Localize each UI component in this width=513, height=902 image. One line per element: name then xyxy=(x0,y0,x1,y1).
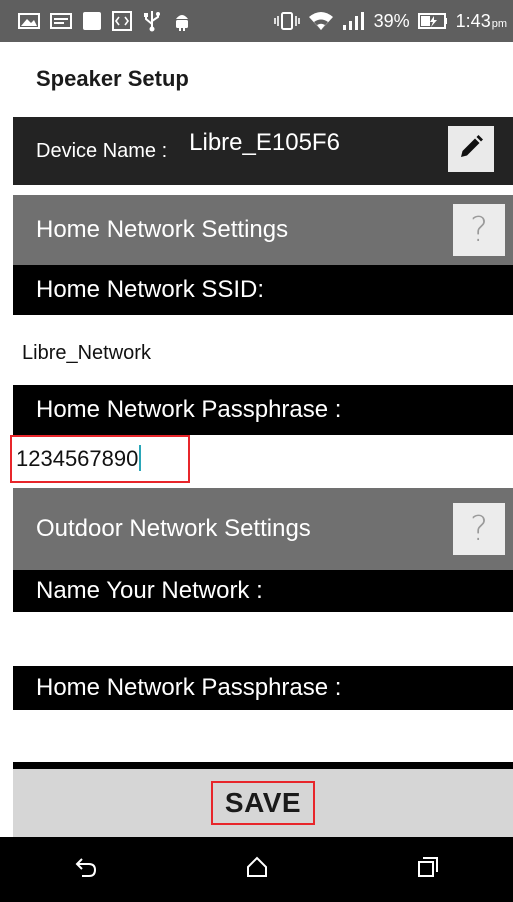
outdoor-passphrase-input[interactable] xyxy=(13,710,513,762)
battery-percent: 39% xyxy=(373,10,410,31)
status-notification-icons xyxy=(18,10,192,32)
help-icon: ? xyxy=(469,509,489,549)
recents-button[interactable] xyxy=(398,845,458,895)
back-button[interactable] xyxy=(56,845,116,895)
home-network-ssid-label: Home Network SSID: xyxy=(36,276,265,303)
device-name-row: Device Name : Libre_E105F6 xyxy=(13,117,513,185)
save-button[interactable]: SAVE xyxy=(210,781,316,825)
vibrate-icon xyxy=(273,11,300,31)
save-divider xyxy=(13,762,513,769)
pencil-icon xyxy=(458,134,484,165)
outdoor-network-settings-title: Outdoor Network Settings xyxy=(36,515,311,542)
home-network-ssid-header: Home Network SSID: xyxy=(13,265,513,315)
page-title: Speaker Setup xyxy=(36,66,189,91)
home-network-passphrase-label: Home Network Passphrase : xyxy=(36,396,342,423)
outdoor-passphrase-label: Home Network Passphrase : xyxy=(36,674,342,701)
outdoor-network-name-input[interactable] xyxy=(13,612,513,666)
status-system-icons: 39% 1:43pm xyxy=(273,10,507,32)
home-network-help-button[interactable]: ? xyxy=(453,204,505,256)
outdoor-network-help-button[interactable]: ? xyxy=(453,503,505,555)
back-icon xyxy=(74,856,98,883)
help-icon: ? xyxy=(469,210,489,250)
wifi-icon xyxy=(308,10,334,32)
usb-icon xyxy=(142,10,162,32)
android-debug-icon xyxy=(172,10,192,32)
recents-icon xyxy=(417,856,439,883)
home-network-settings-header: Home Network Settings ? xyxy=(13,195,513,265)
home-icon xyxy=(246,856,268,883)
navigation-bar xyxy=(0,837,513,902)
battery-icon xyxy=(417,12,448,30)
name-your-network-header: Name Your Network : xyxy=(13,570,513,612)
home-network-settings-title: Home Network Settings xyxy=(36,216,289,243)
notification-icon xyxy=(82,11,102,31)
name-your-network-label: Name Your Network : xyxy=(36,577,263,604)
signal-icon xyxy=(342,11,366,31)
device-name-value: Libre_E105F6 xyxy=(189,129,340,156)
home-button[interactable] xyxy=(227,845,287,895)
gallery-icon xyxy=(18,12,40,30)
home-network-passphrase-input[interactable]: 1234567890 xyxy=(10,435,190,483)
home-network-passphrase-header: Home Network Passphrase : xyxy=(13,385,513,435)
outdoor-passphrase-header: Home Network Passphrase : xyxy=(13,666,513,710)
device-name-label: Device Name : xyxy=(36,139,168,162)
code-icon xyxy=(112,11,132,31)
text-cursor xyxy=(139,445,142,471)
status-time: 1:43pm xyxy=(455,10,507,31)
home-network-ssid-value: Libre_Network xyxy=(22,342,151,364)
outdoor-network-settings-header: Outdoor Network Settings ? xyxy=(13,488,513,570)
status-bar: 39% 1:43pm xyxy=(0,0,513,42)
save-bar: SAVE xyxy=(13,769,513,837)
edit-device-name-button[interactable] xyxy=(448,126,494,172)
passphrase-text: 1234567890 xyxy=(16,446,139,471)
message-icon xyxy=(50,12,72,30)
